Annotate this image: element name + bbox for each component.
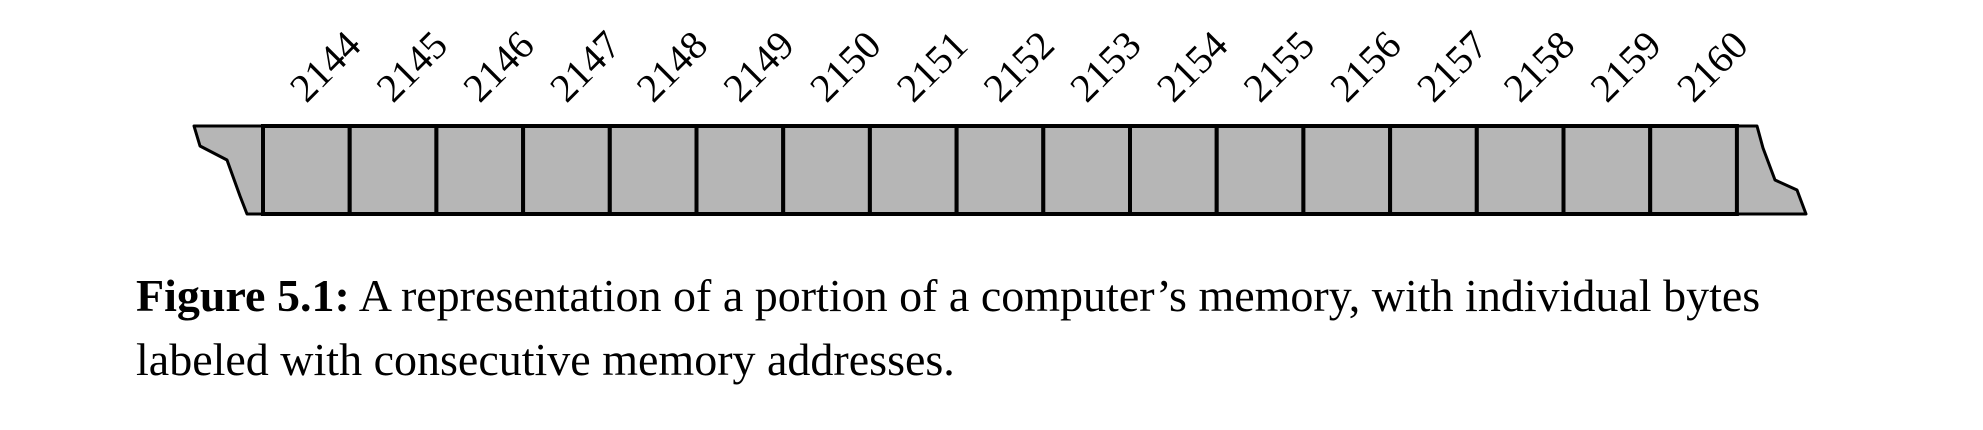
- figure-caption: Figure 5.1: A representation of a portio…: [136, 264, 1876, 392]
- figure-label: Figure 5.1:: [136, 270, 350, 321]
- address-label: 2145: [368, 22, 456, 110]
- address-label: 2157: [1408, 22, 1496, 110]
- memory-byte-cell: [434, 124, 526, 216]
- memory-diagram: 2144214521462147214821492150215121522153…: [192, 22, 1808, 216]
- memory-strip: [192, 124, 1808, 216]
- memory-byte-cell: [1301, 124, 1393, 216]
- figure: 2144 2145 2146 2147 2148 2149 2150 2151 2152 2153…: [0, 0, 1983, 430]
- torn-edge-left: [192, 124, 265, 216]
- torn-edge-right: [1735, 124, 1808, 216]
- memory-byte-cell: [867, 124, 959, 216]
- address-label: 2147: [541, 22, 629, 110]
- memory-byte-cell: [694, 124, 786, 216]
- figure-caption-text: A representation of a portion of a compu…: [136, 270, 1761, 385]
- memory-byte-cell: [1041, 124, 1133, 216]
- address-label: 2153: [1061, 22, 1149, 110]
- address-label: 2144: [281, 22, 369, 110]
- address-label: 2155: [1235, 22, 1323, 110]
- address-label: 2156: [1321, 22, 1409, 110]
- memory-byte-cell: [1561, 124, 1653, 216]
- address-labels: 2144214521462147214821492150215121522153…: [281, 22, 1757, 110]
- memory-byte-cell: [1214, 124, 1306, 216]
- memory-byte-cell: [261, 124, 352, 216]
- memory-byte-cell: [781, 124, 872, 216]
- address-label: 2148: [628, 22, 716, 110]
- memory-byte-cell: [607, 124, 699, 216]
- memory-byte-cell: [954, 124, 1046, 216]
- memory-byte-cell: [1648, 124, 1739, 216]
- address-label: 2151: [888, 22, 976, 110]
- memory-byte-cell: [1474, 124, 1566, 216]
- address-label: 2150: [801, 22, 889, 110]
- address-label: 2152: [974, 22, 1062, 110]
- address-label: 2160: [1668, 22, 1756, 110]
- address-label: 2149: [714, 22, 802, 110]
- memory-byte-cell: [521, 124, 612, 216]
- address-label: 2146: [454, 22, 542, 110]
- memory-byte-cell: [347, 124, 439, 216]
- address-label: 2159: [1581, 22, 1669, 110]
- address-label: 2158: [1495, 22, 1583, 110]
- memory-byte-cell: [1128, 124, 1219, 216]
- memory-byte-cell: [1388, 124, 1479, 216]
- address-label: 2154: [1148, 22, 1236, 110]
